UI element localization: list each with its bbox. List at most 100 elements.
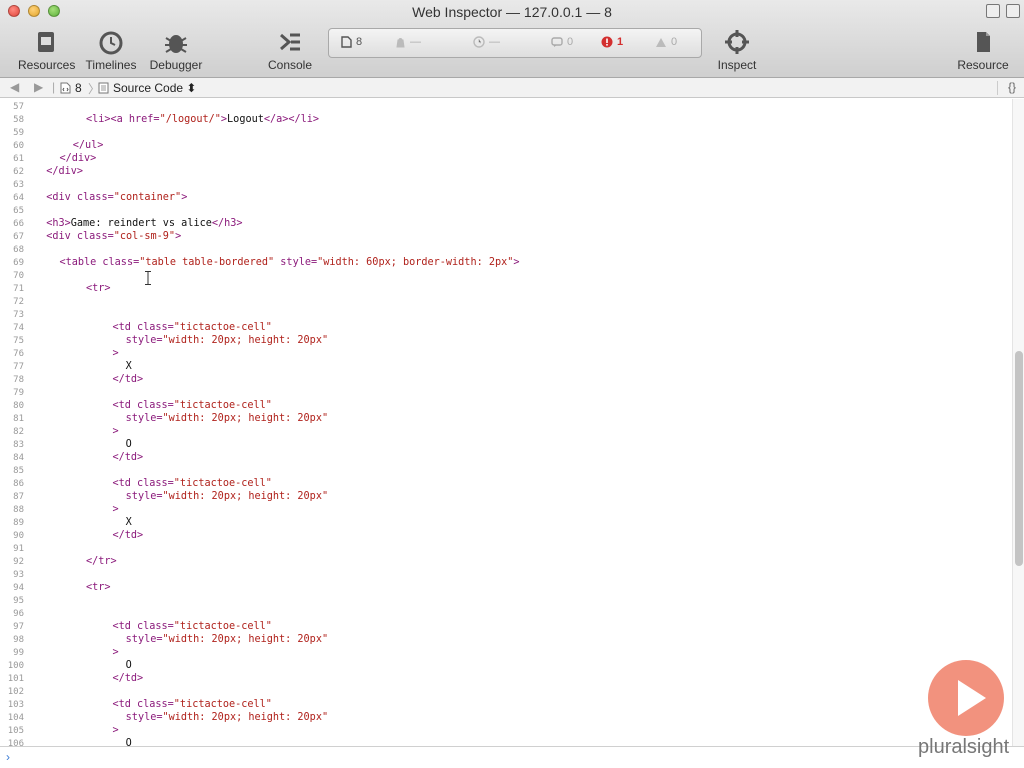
source-line: 89 X: [0, 516, 1012, 529]
source-code-editor[interactable]: 57 58 <li><a href="/logout/">Logout</a></l…: [0, 99, 1012, 746]
line-content: <td class="tictactoe-cell": [112, 399, 272, 412]
speech-bubble-icon: [551, 36, 563, 47]
source-line: 101 </td>: [0, 672, 1012, 685]
code-token: <tr>: [85, 582, 111, 593]
source-line: 74 <td class="tictactoe-cell": [0, 321, 1012, 334]
source-line: 65: [0, 204, 1012, 217]
line-content: style="width: 20px; height: 20px": [126, 334, 328, 347]
inspect-button[interactable]: Inspect: [712, 28, 762, 72]
resource-details-button[interactable]: Resource: [954, 28, 1012, 72]
code-token: "tictactoe-cell": [173, 322, 272, 333]
source-line: 64 <div class="container">: [0, 191, 1012, 204]
source-line: 106 O: [0, 737, 1012, 746]
source-line: 77 X: [0, 360, 1012, 373]
dashboard-logs[interactable]: 0: [551, 36, 573, 48]
divider: [997, 81, 998, 95]
code-token: <div: [46, 192, 77, 203]
breadcrumb-view[interactable]: Source Code ⬍: [98, 81, 196, 95]
code-token: style=: [125, 491, 163, 502]
console-prompt[interactable]: ›: [0, 746, 1024, 768]
toolbar: Web Inspector — 127.0.0.1 — 8 Resources …: [0, 0, 1024, 78]
line-content: </td>: [112, 373, 143, 386]
source-line: 82 >: [0, 425, 1012, 438]
code-token: >: [513, 257, 520, 268]
line-number: 106: [7, 739, 24, 746]
code-token: >: [112, 647, 119, 658]
code-token: X: [125, 361, 132, 372]
source-line: 103 <td class="tictactoe-cell": [0, 698, 1012, 711]
code-token: "tictactoe-cell": [173, 621, 272, 632]
breadcrumb-file[interactable]: 8: [60, 81, 82, 95]
line-content: >: [112, 646, 118, 659]
source-line: 76 >: [0, 347, 1012, 360]
code-token: class=: [76, 231, 114, 242]
source-line: 75 style="width: 20px; height: 20px": [0, 334, 1012, 347]
line-content: </ul>: [73, 139, 104, 152]
line-content: </div>: [46, 165, 83, 178]
code-token: class=: [136, 478, 174, 489]
dock-side-button[interactable]: [1006, 4, 1020, 18]
forward-arrow-icon[interactable]: ▶: [34, 80, 43, 94]
code-token: "width: 20px; height: 20px": [162, 491, 329, 502]
error-icon: [601, 36, 613, 48]
source-line: 94 <tr>: [0, 581, 1012, 594]
line-content: X: [126, 360, 132, 373]
code-token: >: [112, 725, 119, 736]
line-content: </td>: [112, 672, 143, 685]
code-token: "width: 20px; height: 20px": [162, 413, 329, 424]
source-line: 69 <table class="table table-bordered" st…: [0, 256, 1012, 269]
dashboard-warnings[interactable]: 0: [655, 36, 677, 48]
source-line: 95: [0, 594, 1012, 607]
code-token: >: [175, 231, 182, 242]
code-token: style=: [125, 712, 163, 723]
tab-console[interactable]: Console: [264, 28, 316, 72]
source-line: 83 O: [0, 438, 1012, 451]
code-token: <td: [112, 621, 137, 632]
scrollbar-thumb[interactable]: [1015, 351, 1023, 566]
source-line: 86 <td class="tictactoe-cell": [0, 477, 1012, 490]
code-token: "/logout/": [159, 114, 221, 125]
code-token: >: [112, 348, 119, 359]
source-line: 97 <td class="tictactoe-cell": [0, 620, 1012, 633]
line-content: style="width: 20px; height: 20px": [126, 412, 328, 425]
line-content: </td>: [112, 451, 143, 464]
text-cursor-icon: [145, 271, 151, 285]
dashboard-time[interactable]: —: [473, 36, 500, 48]
source-line: 63: [0, 178, 1012, 191]
tab-debugger[interactable]: Debugger: [148, 28, 204, 72]
play-triangle-icon: [958, 680, 986, 716]
line-content: >: [112, 724, 118, 737]
dock-bottom-button[interactable]: [986, 4, 1000, 18]
tab-resources[interactable]: Resources: [18, 28, 75, 72]
code-token: O: [125, 660, 132, 671]
vertical-scrollbar[interactable]: [1012, 99, 1024, 746]
source-line: 62 </div>: [0, 165, 1012, 178]
dashboard-resources[interactable]: 8: [341, 36, 362, 48]
separator: |: [52, 80, 56, 94]
prompt-chevron-icon: ›: [6, 750, 10, 764]
tab-timelines[interactable]: Timelines: [84, 28, 138, 72]
code-token: href=: [128, 114, 160, 125]
code-token: "tictactoe-cell": [173, 400, 272, 411]
line-content: X: [126, 516, 132, 529]
pretty-print-button[interactable]: {}: [1008, 80, 1016, 94]
dashboard-size[interactable]: —: [395, 36, 421, 48]
console-icon: [280, 33, 300, 51]
code-token: style=: [125, 634, 163, 645]
line-content: O: [126, 659, 132, 672]
line-content: <td class="tictactoe-cell": [112, 321, 272, 334]
code-token: <h3>: [46, 218, 71, 229]
line-content: <td class="tictactoe-cell": [112, 477, 272, 490]
line-content: </td>: [112, 529, 143, 542]
dashboard-errors[interactable]: 1: [601, 36, 623, 48]
code-token: class=: [136, 400, 174, 411]
source-line: 93: [0, 568, 1012, 581]
code-token: <td: [112, 699, 137, 710]
source-line: 60 </ul>: [0, 139, 1012, 152]
clock-icon: [473, 36, 485, 48]
source-line: 105 >: [0, 724, 1012, 737]
back-arrow-icon[interactable]: ◀: [10, 80, 19, 94]
code-token: "tictactoe-cell": [173, 478, 272, 489]
code-token: "width: 20px; height: 20px": [162, 712, 329, 723]
dashboard[interactable]: 8 — — 0 1 0: [328, 28, 702, 58]
